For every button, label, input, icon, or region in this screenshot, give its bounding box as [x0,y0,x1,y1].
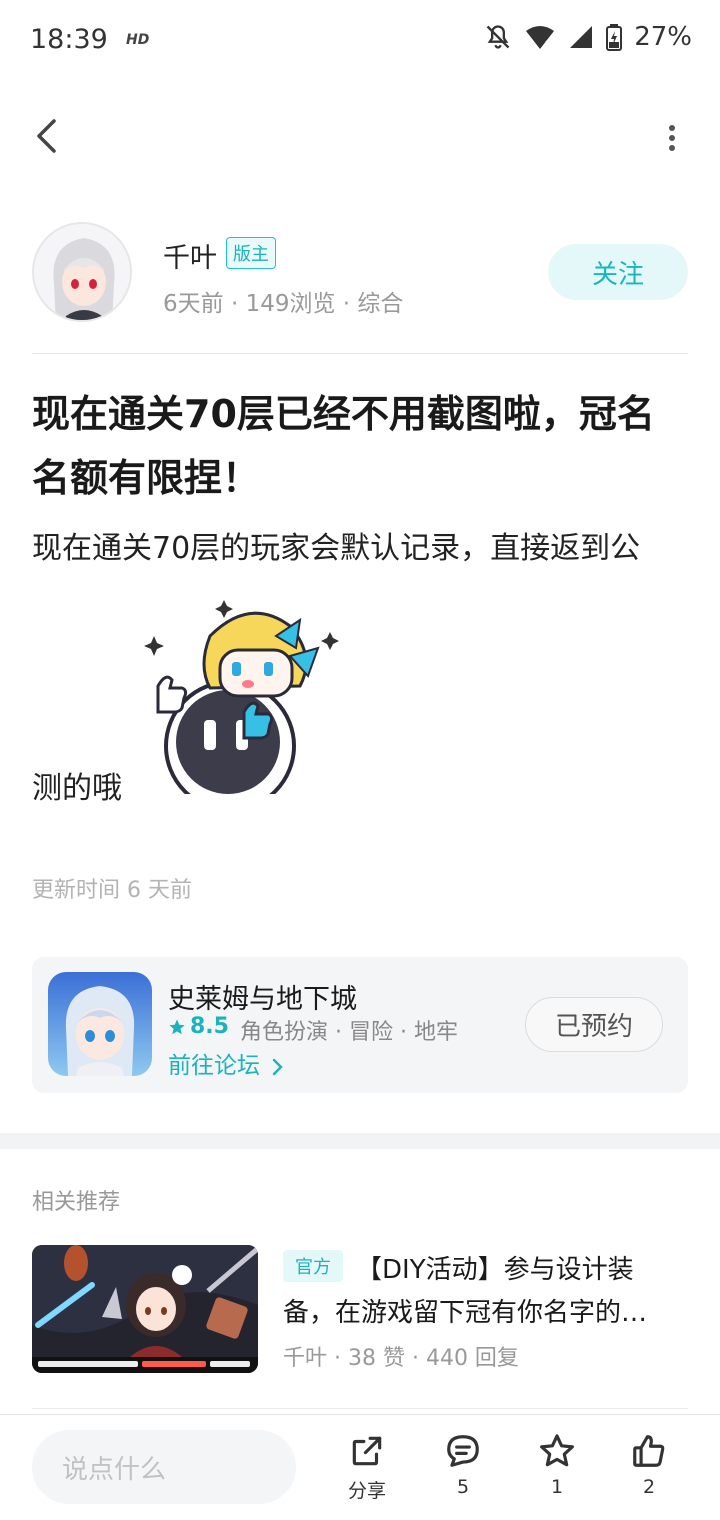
star-icon [169,1019,185,1034]
related-post-thumbnail[interactable] [32,1245,258,1373]
share-button[interactable]: 分享 [332,1432,402,1503]
divider [32,1408,688,1409]
game-name[interactable]: 史莱姆与地下城 [168,977,357,1016]
divider [32,353,688,354]
battery-icon [606,24,623,51]
like-icon [633,1435,665,1467]
post-body-line-1: 现在通关70层的玩家会默认记录，直接返到公 [32,531,641,566]
moderator-badge: 版主 [226,237,276,269]
related-section-title: 相关推荐 [32,1190,121,1215]
follow-button[interactable]: 关注 [548,244,688,300]
go-to-forum-link[interactable]: 前往论坛 [168,1046,285,1080]
related-post-title-line-1[interactable]: 【DIY活动】参与设计装 [356,1249,634,1286]
status-time: 18:39 [30,24,108,55]
go-to-forum-label: 前往论坛 [168,1053,260,1079]
back-button[interactable] [26,116,66,156]
game-icon[interactable] [48,972,152,1076]
official-tag: 官方 [283,1250,343,1282]
related-post-meta: 千叶 · 38 赞 · 440 回复 [283,1346,519,1371]
bell-off-icon [486,25,510,49]
favorite-icon [540,1434,574,1467]
reserved-button[interactable]: 已预约 [525,997,663,1052]
more-icon [669,125,675,151]
status-hd: HD [126,32,150,48]
comment-count: 5 [456,1476,470,1498]
post-meta: 6天前 · 149浏览 · 综合 [163,291,404,317]
status-icons: 27% [484,22,692,52]
back-icon [37,119,56,153]
like-button[interactable]: 2 [614,1432,684,1498]
author-avatar[interactable] [32,222,132,322]
sticker-image [140,596,350,812]
game-rating: 8.5 [168,1014,229,1039]
signal-icon [570,26,593,48]
game-tags: 角色扮演 · 冒险 · 地牢 [240,1020,458,1045]
comment-icon [447,1435,479,1467]
post-title: 现在通关70层已经不用截图啦，冠名名额有限捏！ [32,392,655,500]
share-label: 分享 [347,1480,386,1502]
favorite-button[interactable]: 1 [522,1432,592,1498]
more-button[interactable] [664,118,680,158]
chevron-right-icon [273,1058,284,1075]
battery-percent: 27% [634,22,692,52]
related-post-title-line-2[interactable]: 备，在游戏留下冠有你名字的… [283,1292,673,1329]
game-rating-value: 8.5 [190,1014,229,1039]
author-name[interactable]: 千叶 [163,236,217,275]
post-body-line-2: 测的哦 [32,771,122,806]
bottom-bar-divider [0,1414,720,1415]
favorite-count: 1 [550,1476,564,1498]
share-icon [352,1436,382,1466]
comment-input[interactable]: 说点什么 [32,1430,296,1504]
comment-button[interactable]: 5 [428,1432,498,1498]
wifi-icon [526,26,555,49]
update-time: 更新时间 6 天前 [32,878,192,903]
like-count: 2 [642,1476,656,1498]
section-separator [0,1133,720,1149]
